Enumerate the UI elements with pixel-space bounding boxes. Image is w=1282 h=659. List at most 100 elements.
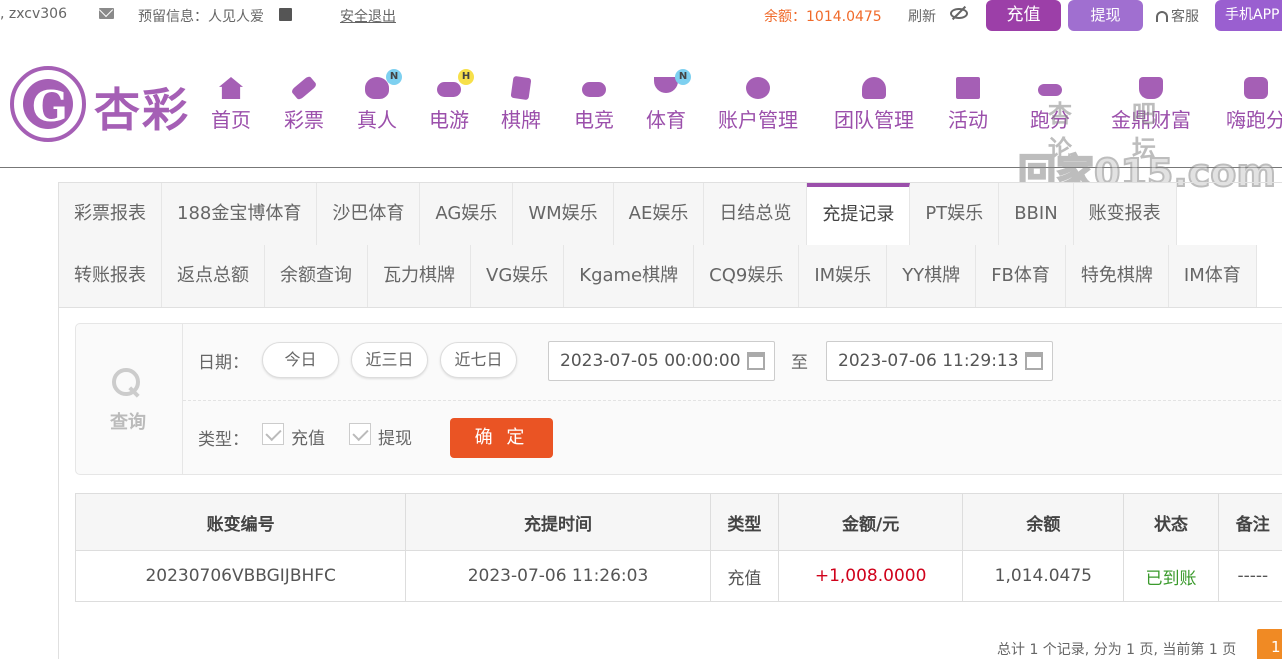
hide-balance-eye-icon[interactable]: [950, 8, 968, 19]
yuan-coin-icon: [743, 74, 773, 102]
nav-label: 电竞: [574, 108, 614, 132]
tab-daily-overview[interactable]: 日结总览: [704, 183, 808, 245]
record-type: 充值: [709, 550, 780, 602]
calendar-icon[interactable]: [747, 352, 765, 370]
headset-icon: [1156, 11, 1168, 22]
tab-vg[interactable]: VG娱乐: [471, 245, 565, 307]
records-table: 账变编号 充提时间 类型 金额/元 余额 状态 备注 20230706VBBGI…: [74, 493, 1282, 602]
tab-wm[interactable]: WM娱乐: [513, 183, 614, 245]
col-header: 余额: [962, 493, 1125, 551]
col-header: 备注: [1217, 493, 1282, 551]
logo-icon[interactable]: [10, 66, 86, 142]
refresh-link[interactable]: 刷新: [908, 6, 936, 26]
tab-fb-sports[interactable]: FB体育: [976, 245, 1066, 307]
record-id: 20230706VBBGIJBHFC: [74, 550, 407, 602]
deposit-checkbox[interactable]: [262, 423, 284, 445]
end-date-input[interactable]: 2023-07-06 11:29:13: [826, 341, 1053, 381]
tab-yy-chess[interactable]: YY棋牌: [887, 245, 977, 307]
ticket-icon: [289, 74, 319, 102]
cards-icon: [506, 74, 536, 102]
dealer-icon: N: [362, 69, 402, 102]
nav-label: 真人: [357, 108, 397, 132]
nav-label: 彩票: [284, 108, 324, 132]
home-icon: [216, 74, 246, 102]
customer-service-link[interactable]: 客服: [1156, 6, 1199, 26]
gift-icon: [953, 74, 983, 102]
report-panel: 彩票报表 188金宝博体育 沙巴体育 AG娱乐 WM娱乐 AE娱乐 日结总览 充…: [58, 182, 1282, 659]
tab-pt[interactable]: PT娱乐: [910, 183, 1000, 245]
today-button[interactable]: 今日: [262, 342, 339, 378]
col-header: 类型: [709, 493, 780, 551]
top-bar: , zxcv306 预留信息：人见人爱 安全退出 余额：1014.0475 刷新…: [0, 0, 1282, 31]
tab-account-change-report[interactable]: 账变报表: [1073, 183, 1177, 245]
query-side: 查询: [76, 324, 183, 474]
query-label: 查询: [110, 412, 146, 433]
start-date-input[interactable]: 2023-07-05 00:00:00: [548, 341, 775, 381]
new-badge: N: [675, 69, 691, 85]
deposit-button[interactable]: 充值: [986, 0, 1061, 31]
team-icon: [859, 74, 889, 102]
col-header: 金额/元: [778, 493, 964, 551]
nav-live-dealer[interactable]: N 真人: [357, 69, 402, 133]
nav-account-management[interactable]: 账户管理: [718, 74, 798, 133]
nav-lottery[interactable]: 彩票: [284, 74, 324, 133]
last-7-days-button[interactable]: 近七日: [440, 342, 517, 378]
nav-activities[interactable]: 活动: [948, 74, 988, 133]
nav-chess-cards[interactable]: 棋牌: [501, 74, 541, 133]
withdraw-checkbox[interactable]: [349, 423, 371, 445]
col-header: 状态: [1123, 493, 1219, 551]
table-row: 20230706VBBGIJBHFC 2023-07-06 11:26:03 充…: [74, 550, 1282, 602]
tabs-divider: [59, 307, 1282, 308]
record-balance: 1,014.0475: [962, 550, 1125, 602]
tab-im-entertainment[interactable]: IM娱乐: [799, 245, 888, 307]
tab-bbin[interactable]: BBIN: [999, 183, 1074, 245]
balance-display: 余额：1014.0475: [764, 9, 882, 25]
tab-kgame-chess[interactable]: Kgame棋牌: [564, 245, 695, 307]
tab-rebate-total[interactable]: 返点总额: [162, 245, 265, 307]
mobile-app-button[interactable]: 手机APP: [1215, 0, 1282, 31]
logo-text[interactable]: 杏彩: [94, 74, 190, 140]
tab-deposit-withdraw-records[interactable]: 充提记录: [807, 183, 911, 245]
tab-saba-sports[interactable]: 沙巴体育: [317, 183, 421, 245]
nav-home[interactable]: 首页: [211, 74, 251, 133]
hot-badge: H: [458, 69, 474, 85]
reserve-info: 预留信息：人见人爱: [138, 9, 264, 25]
tab-im-sports[interactable]: IM体育: [1168, 245, 1257, 307]
withdraw-button[interactable]: 提现: [1068, 0, 1143, 31]
nav-slots[interactable]: H 电游: [429, 69, 474, 133]
page-1-button[interactable]: 1: [1257, 629, 1282, 659]
nav-label: 团队管理: [834, 108, 914, 132]
date-label: 日期：: [198, 353, 249, 373]
nav-team-management[interactable]: 团队管理: [834, 74, 914, 133]
username: , zxcv306: [0, 6, 67, 22]
withdraw-checkbox-label[interactable]: 提现: [378, 424, 412, 449]
deposit-checkbox-label[interactable]: 充值: [291, 424, 325, 449]
report-tabs-row-2: 转账报表 返点总额 余额查询 瓦力棋牌 VG娱乐 Kgame棋牌 CQ9娱乐 I…: [59, 245, 1257, 307]
table-header-row: 账变编号 充提时间 类型 金额/元 余额 状态 备注: [74, 493, 1282, 551]
nav-label: 活动: [948, 108, 988, 132]
record-note: -----: [1217, 550, 1282, 602]
calendar-icon[interactable]: [1025, 352, 1043, 370]
confirm-button[interactable]: 确 定: [450, 418, 553, 458]
last-3-days-button[interactable]: 近三日: [351, 342, 428, 378]
forum-watermark: 杏吧论坛 回家015.com: [1008, 90, 1282, 196]
record-status: 已到账: [1123, 550, 1219, 602]
tab-188-sports[interactable]: 188金宝博体育: [162, 183, 318, 245]
tab-balance-query[interactable]: 余额查询: [265, 245, 368, 307]
tab-ae[interactable]: AE娱乐: [613, 183, 705, 245]
tab-ag[interactable]: AG娱乐: [420, 183, 514, 245]
query-divider: [183, 400, 1282, 401]
nav-sports[interactable]: N 体育: [646, 69, 691, 133]
mail-icon[interactable]: [99, 8, 114, 19]
record-amount: +1,008.0000: [778, 550, 964, 602]
tab-transfer-report[interactable]: 转账报表: [59, 245, 162, 307]
nav-esports[interactable]: 电竞: [574, 74, 614, 133]
tab-temian-chess[interactable]: 特免棋牌: [1065, 245, 1169, 307]
tab-wali-chess[interactable]: 瓦力棋牌: [368, 245, 471, 307]
logout-link[interactable]: 安全退出: [340, 6, 396, 26]
esports-icon: [579, 74, 609, 102]
end-date-value: 2023-07-06 11:29:13: [838, 351, 1019, 371]
tab-cq9[interactable]: CQ9娱乐: [694, 245, 800, 307]
edit-icon[interactable]: [279, 8, 292, 21]
tab-lottery-report[interactable]: 彩票报表: [59, 183, 162, 245]
